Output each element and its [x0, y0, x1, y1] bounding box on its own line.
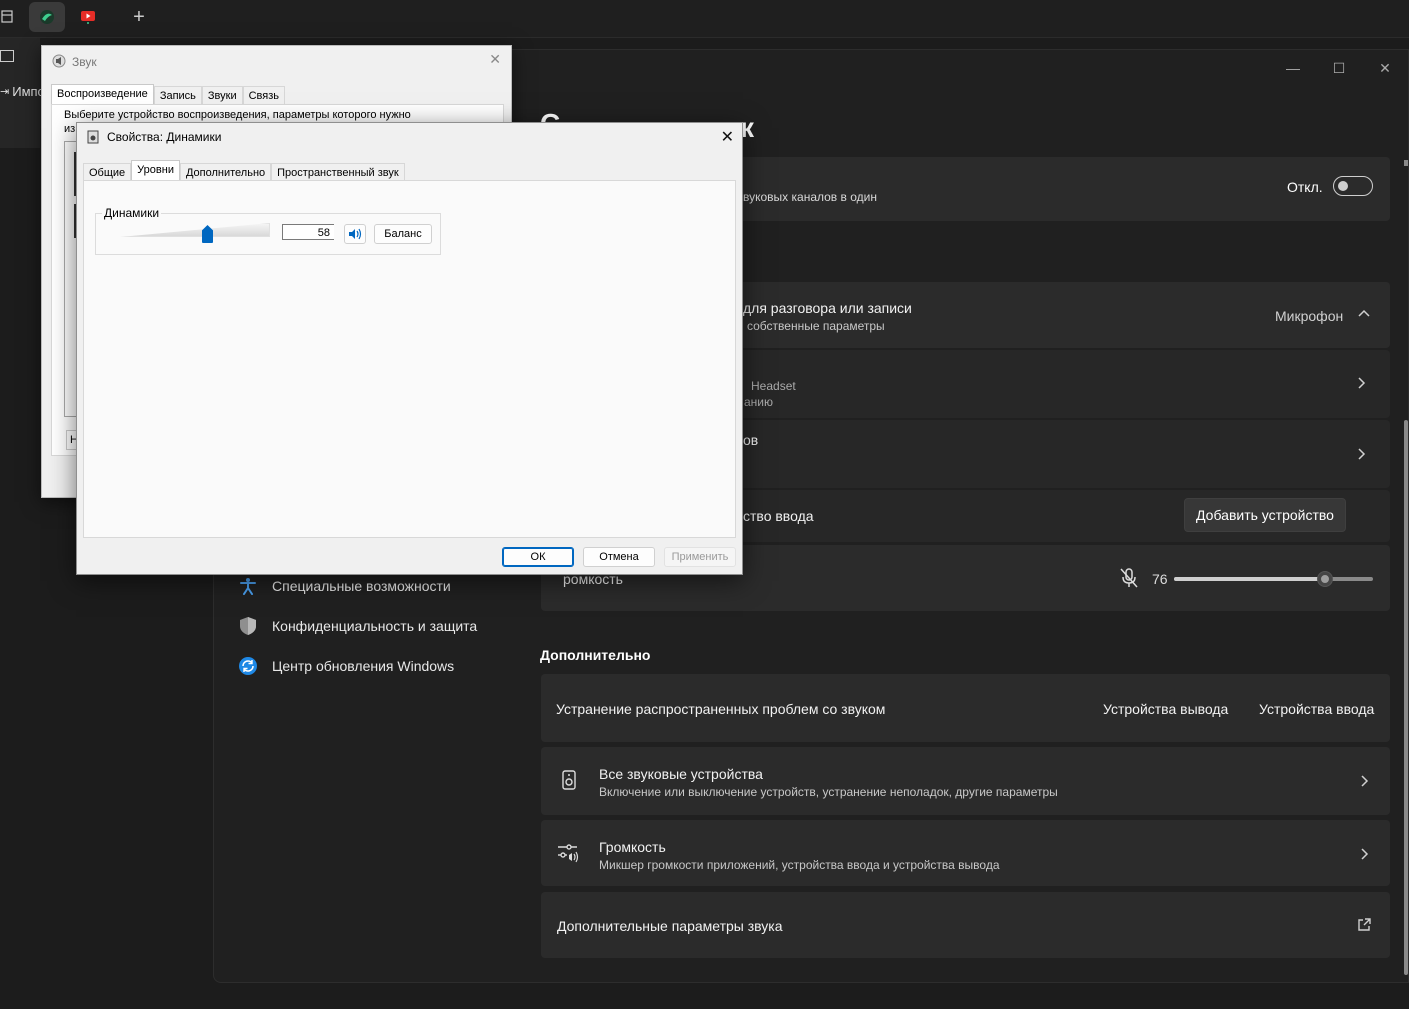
- level-slider-track[interactable]: [120, 223, 270, 237]
- input-section-value: Микрофон: [1275, 308, 1344, 324]
- chevron-up-icon[interactable]: [1358, 304, 1370, 322]
- speakers-level-group: Динамики 58 Баланс: [95, 206, 441, 255]
- nav-item-windows-update[interactable]: Центр обновления Windows: [238, 656, 454, 676]
- app-logo-icon: [40, 10, 54, 24]
- troubleshoot-title: Устранение распространенных проблем со з…: [556, 701, 886, 717]
- all-devices-subtitle: Включение или выключение устройств, устр…: [599, 785, 1058, 799]
- browser-tab-youtube[interactable]: [74, 2, 102, 32]
- advanced-section-title: Дополнительно: [540, 647, 651, 663]
- troubleshoot-output-link[interactable]: Устройства вывода: [1103, 701, 1228, 717]
- mic-muted-icon[interactable]: [1119, 567, 1139, 594]
- sound-dialog-title: Звук: [72, 55, 97, 69]
- all-devices-title: Все звуковые устройства: [599, 766, 763, 782]
- nav-item-label: Центр обновления Windows: [272, 658, 455, 674]
- open-external-icon[interactable]: [1357, 918, 1371, 937]
- sound-instruction-2: из: [64, 123, 76, 135]
- mono-audio-subtitle: вуковых каналов в один: [743, 190, 877, 204]
- nav-item-label: Специальные возможности: [272, 578, 451, 594]
- device-subtitle: анию: [744, 395, 774, 409]
- divider: [0, 37, 1409, 38]
- add-device-label: ство ввода: [743, 508, 814, 524]
- new-tab-button[interactable]: +: [128, 2, 150, 32]
- update-icon: [238, 656, 258, 676]
- volume-value: 76: [1152, 571, 1168, 587]
- speaker-properties-dialog: Свойства: Динамики ✕ Общие Уровни Дополн…: [76, 122, 743, 575]
- sound-instruction: Выберите устройство воспроизведения, пар…: [64, 109, 411, 121]
- window-controls: — ☐ ✕: [1270, 50, 1408, 86]
- all-sound-devices-card[interactable]: Все звуковые устройства Включение или вы…: [541, 747, 1390, 815]
- add-device-button[interactable]: Добавить устройство: [1184, 498, 1346, 532]
- close-icon[interactable]: ✕: [489, 51, 501, 68]
- tab-communications[interactable]: Связь: [242, 86, 286, 105]
- import-label: Импо: [12, 84, 45, 99]
- scrollbar[interactable]: [1404, 420, 1408, 975]
- maximize-button[interactable]: ☐: [1316, 50, 1362, 86]
- troubleshoot-input-link[interactable]: Устройства ввода: [1259, 701, 1374, 717]
- browser-tab-active[interactable]: [29, 2, 65, 32]
- chevron-right-icon[interactable]: [1361, 774, 1369, 792]
- volume-mixer-card[interactable]: Громкость Микшер громкости приложений, у…: [541, 820, 1390, 886]
- nav-item-accessibility[interactable]: Специальные возможности: [238, 576, 451, 596]
- properties-dialog-title: Свойства: Динамики: [107, 130, 222, 144]
- level-slider-thumb[interactable]: [202, 225, 213, 243]
- volume-slider[interactable]: [1174, 572, 1373, 586]
- youtube-icon: [81, 11, 95, 24]
- accessibility-icon: [238, 576, 258, 596]
- input-section-subtitle: собственные параметры: [747, 319, 885, 333]
- close-button[interactable]: ✕: [1362, 50, 1408, 86]
- toggle-state-label: Откл.: [1287, 179, 1323, 195]
- nav-item-privacy[interactable]: Конфиденциальность и защита: [238, 616, 477, 636]
- tab-sounds[interactable]: Звуки: [201, 86, 243, 105]
- level-value-field[interactable]: 58: [282, 224, 334, 240]
- mixer-icon: [557, 843, 581, 870]
- volume-slider-thumb[interactable]: [1318, 572, 1333, 586]
- close-icon[interactable]: ✕: [721, 127, 734, 147]
- balance-button[interactable]: Баланс: [374, 224, 432, 244]
- input-section-title: для разговора или записи: [743, 300, 912, 316]
- troubleshoot-card: Устранение распространенных проблем со з…: [541, 674, 1390, 742]
- sound-dialog-tabs: Воспроизведение Запись Звуки Связь: [51, 84, 286, 105]
- speaker-device-icon: [562, 770, 576, 795]
- mute-toggle-button[interactable]: [344, 224, 366, 244]
- chevron-right-icon[interactable]: [1358, 376, 1366, 394]
- mono-audio-toggle[interactable]: [1333, 176, 1373, 196]
- toggle-knob: [1338, 181, 1348, 191]
- nav-item-label: Конфиденциальность и защита: [272, 618, 478, 634]
- device-title: Headset: [751, 379, 796, 393]
- more-sound-settings-card[interactable]: Дополнительные параметры звука: [541, 892, 1390, 958]
- mixer-title: Громкость: [599, 839, 666, 855]
- mixer-subtitle: Микшер громкости приложений, устройства …: [599, 858, 1000, 872]
- import-icon: ⇥: [0, 86, 10, 98]
- volume-slider-fill: [1174, 577, 1326, 581]
- minimize-button[interactable]: —: [1270, 50, 1316, 86]
- levels-tab-body: Динамики 58 Баланс: [83, 180, 736, 538]
- cancel-button[interactable]: Отмена: [583, 547, 655, 567]
- ok-button[interactable]: ОК: [502, 547, 574, 567]
- tab-playback[interactable]: Воспроизведение: [51, 84, 154, 105]
- chevron-right-icon[interactable]: [1358, 447, 1366, 465]
- more-sound-settings-title: Дополнительные параметры звука: [557, 918, 783, 934]
- group-label: Динамики: [102, 206, 162, 220]
- scroll-up-arrow[interactable]: [1404, 160, 1408, 166]
- tab-levels[interactable]: Уровни: [131, 160, 180, 182]
- tab-recording[interactable]: Запись: [153, 86, 202, 105]
- speaker-icon: [52, 54, 66, 73]
- properties-tabs: Общие Уровни Дополнительно Пространствен…: [83, 160, 405, 182]
- device-row-title: ов: [743, 432, 759, 448]
- chevron-right-icon[interactable]: [1361, 847, 1369, 865]
- speaker-icon: [349, 228, 362, 240]
- browser-tab-strip: +: [0, 0, 1409, 38]
- apply-button[interactable]: Применить: [664, 547, 736, 567]
- sidebar-icon[interactable]: [0, 50, 14, 62]
- speaker-icon: [87, 130, 99, 149]
- shield-icon: [238, 616, 258, 636]
- tab-actions-icon[interactable]: [0, 2, 14, 32]
- import-item[interactable]: ⇥ Импо: [0, 84, 45, 99]
